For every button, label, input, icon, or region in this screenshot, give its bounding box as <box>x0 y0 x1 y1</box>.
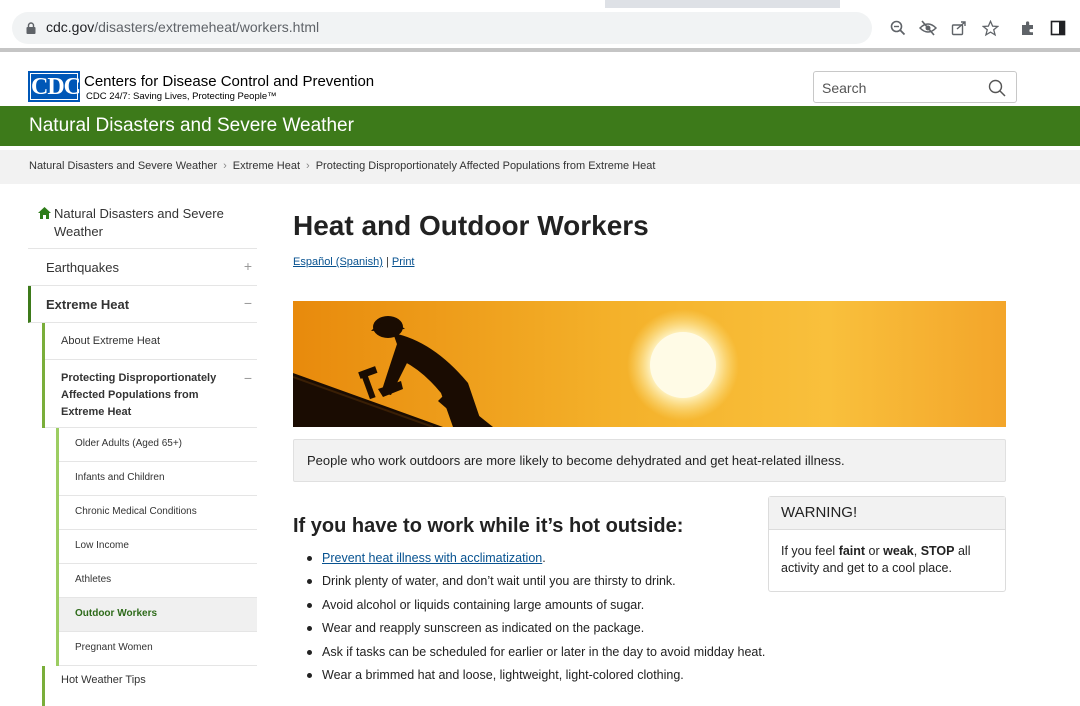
sidebar-item-outdoor-workers[interactable]: Outdoor Workers <box>59 598 257 632</box>
lock-icon <box>26 22 36 34</box>
list-item: Drink plenty of water, and don’t wait un… <box>305 570 765 593</box>
print-link[interactable]: Print <box>392 256 415 268</box>
search-input[interactable] <box>822 78 982 98</box>
banner-title[interactable]: Natural Disasters and Severe Weather <box>29 115 354 137</box>
side-panel-icon[interactable] <box>1048 18 1068 38</box>
list-item: Avoid alcohol or liquids containing larg… <box>305 594 765 617</box>
callout-box: People who work outdoors are more likely… <box>293 439 1006 482</box>
breadcrumb: Natural Disasters and Severe Weather › E… <box>0 150 1080 184</box>
sidebar-item-chronic-conditions[interactable]: Chronic Medical Conditions <box>59 496 257 530</box>
sidebar-item-home[interactable]: Natural Disasters and Severe Weather <box>28 196 257 249</box>
expand-plus-icon[interactable]: + <box>244 258 252 274</box>
search-icon[interactable] <box>988 79 1006 97</box>
sidebar-nav: Natural Disasters and Severe Weather Ear… <box>28 196 257 706</box>
acclimatization-link[interactable]: Prevent heat illness with acclimatizatio… <box>322 551 542 565</box>
list-item: Wear and reapply sunscreen as indicated … <box>305 617 765 640</box>
cdc-logo[interactable]: CDC <box>28 71 81 102</box>
extensions-puzzle-icon[interactable] <box>1018 18 1038 38</box>
topic-banner: Natural Disasters and Severe Weather <box>0 106 1080 146</box>
zoom-out-icon[interactable] <box>888 18 908 38</box>
callout-text: People who work outdoors are more likely… <box>307 453 845 468</box>
search-box <box>813 71 1017 103</box>
bookmark-star-icon[interactable] <box>980 18 1000 38</box>
list-item: Prevent heat illness with acclimatizatio… <box>305 547 765 570</box>
browser-tab-strip <box>0 0 1080 8</box>
site-header: CDC Centers for Disease Control and Prev… <box>0 52 1080 106</box>
spanish-link[interactable]: Español (Spanish) <box>293 256 383 268</box>
sidebar-item-pregnant-women[interactable]: Pregnant Women <box>59 632 257 666</box>
warning-title: WARNING! <box>781 504 858 521</box>
breadcrumb-item[interactable]: Protecting Disproportionately Affected P… <box>316 160 656 172</box>
list-item: Ask if tasks can be scheduled for earlie… <box>305 641 765 664</box>
chevron-right-icon: › <box>306 160 310 172</box>
list-item: Wear a brimmed hat and loose, lightweigh… <box>305 664 765 687</box>
tips-list: Prevent heat illness with acclimatizatio… <box>305 547 765 687</box>
sidebar-item-label: Natural Disasters and Severe Weather <box>54 206 224 239</box>
org-name[interactable]: Centers for Disease Control and Preventi… <box>84 73 374 90</box>
sidebar-item-older-adults[interactable]: Older Adults (Aged 65+) <box>59 428 257 462</box>
breadcrumb-item[interactable]: Extreme Heat <box>233 160 300 172</box>
breadcrumb-item[interactable]: Natural Disasters and Severe Weather <box>29 160 217 172</box>
sidebar-item-about-extreme-heat[interactable]: About Extreme Heat <box>45 323 257 360</box>
collapse-minus-icon[interactable]: − <box>244 370 252 386</box>
sidebar-item-athletes[interactable]: Athletes <box>59 564 257 598</box>
warning-box: WARNING! If you feel faint or weak, STOP… <box>768 496 1006 592</box>
warning-text: If you feel faint or weak, STOP all acti… <box>781 544 971 575</box>
address-bar[interactable]: cdc.gov/disasters/extremeheat/workers.ht… <box>12 12 872 44</box>
browser-tab[interactable] <box>0 0 605 8</box>
sidebar-item-infants-children[interactable]: Infants and Children <box>59 462 257 496</box>
browser-tab[interactable] <box>840 0 1080 8</box>
tracking-eye-off-icon[interactable] <box>918 18 938 38</box>
sidebar-item-hot-weather-tips[interactable]: Hot Weather Tips <box>42 666 257 706</box>
section-heading: If you have to work while it’s hot outsi… <box>293 515 684 537</box>
sidebar-item-low-income[interactable]: Low Income <box>59 530 257 564</box>
browser-toolbar: cdc.gov/disasters/extremeheat/workers.ht… <box>0 8 1080 48</box>
share-icon[interactable] <box>949 18 969 38</box>
collapse-minus-icon[interactable]: − <box>244 295 252 311</box>
hero-image-worker-silhouette <box>293 301 1006 427</box>
home-icon <box>38 207 51 219</box>
org-tagline: CDC 24/7: Saving Lives, Protecting Peopl… <box>86 91 277 102</box>
page-title: Heat and Outdoor Workers <box>293 210 649 241</box>
sidebar-item-earthquakes[interactable]: Earthquakes + <box>28 249 257 286</box>
sidebar-item-protecting-populations[interactable]: Protecting Disproportionately Affected P… <box>45 360 257 428</box>
link-separator: | <box>385 256 389 268</box>
url-text: cdc.gov/disasters/extremeheat/workers.ht… <box>46 19 320 35</box>
chevron-right-icon: › <box>223 160 227 172</box>
sidebar-item-extreme-heat[interactable]: Extreme Heat − <box>28 286 257 323</box>
language-print-links: Español (Spanish) | Print <box>293 256 415 268</box>
